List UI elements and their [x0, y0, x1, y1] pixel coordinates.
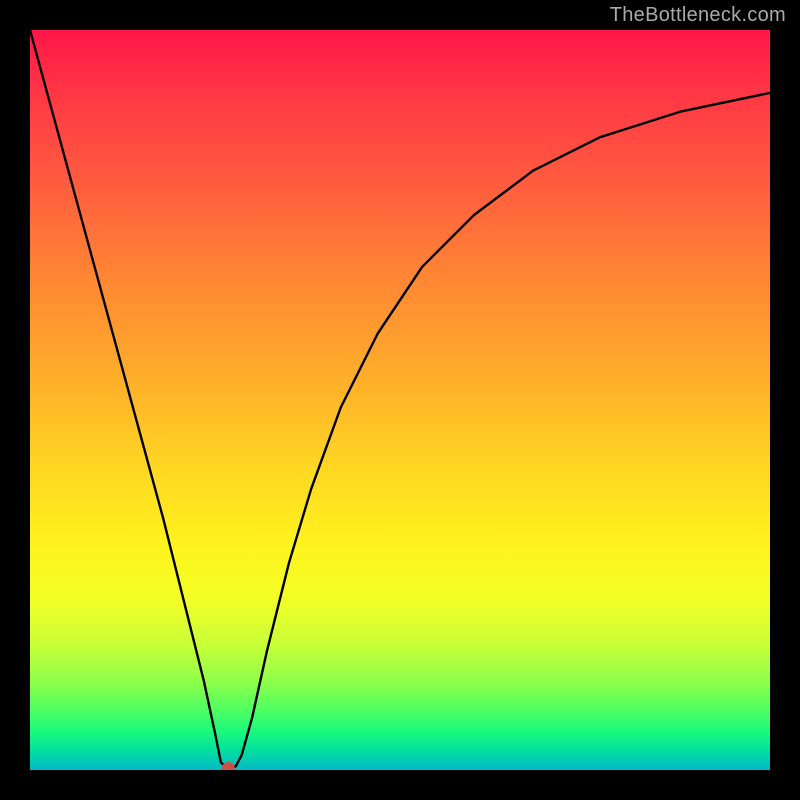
- bottleneck-curve: [30, 30, 770, 770]
- watermark-text: TheBottleneck.com: [610, 4, 786, 27]
- minimum-marker-icon: [222, 762, 235, 770]
- curve-path: [30, 30, 770, 769]
- plot-area: [30, 30, 770, 770]
- curve-layer: [30, 30, 770, 770]
- chart-frame: TheBottleneck.com: [0, 0, 800, 800]
